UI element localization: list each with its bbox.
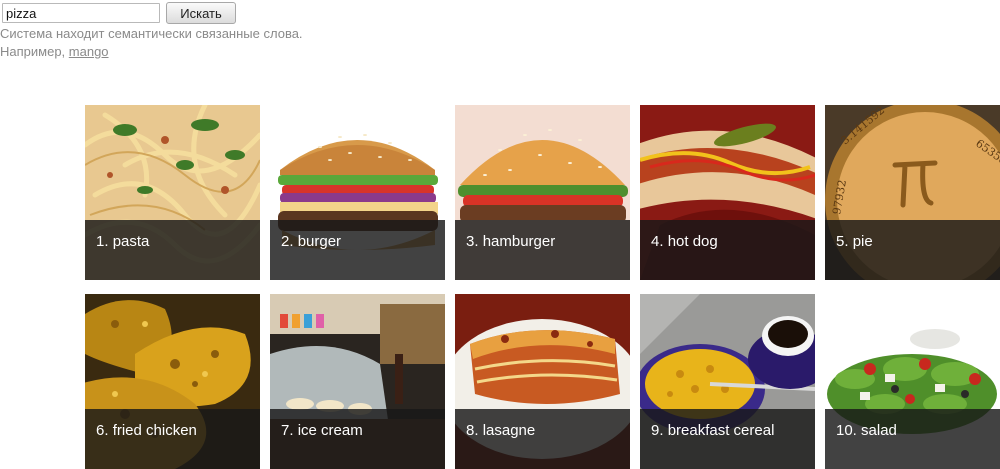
search-button[interactable]: Искать	[166, 2, 236, 24]
result-tile-hot-dog[interactable]: 4. hot dog	[640, 105, 815, 280]
result-tile-pasta[interactable]: 1. pasta	[85, 105, 260, 280]
result-caption: 8. lasagne	[455, 409, 630, 469]
result-tile-lasagne[interactable]: 8. lasagne	[455, 294, 630, 469]
search-bar: Искать	[0, 0, 236, 24]
result-tile-breakfast-cereal[interactable]: 9. breakfast cereal	[640, 294, 815, 469]
result-caption: 2. burger	[270, 220, 445, 280]
result-caption: 10. salad	[825, 409, 1000, 469]
result-tile-burger[interactable]: 2. burger	[270, 105, 445, 280]
result-caption: 4. hot dog	[640, 220, 815, 280]
hint-example: Например, mango	[0, 43, 303, 61]
hint-example-prefix: Например,	[0, 44, 69, 59]
result-caption: 7. ice cream	[270, 409, 445, 469]
result-caption: 5. pie	[825, 220, 1000, 280]
result-caption: 6. fried chicken	[85, 409, 260, 469]
result-caption: 1. pasta	[85, 220, 260, 280]
search-input[interactable]	[2, 3, 160, 23]
result-tile-pie[interactable]: 3.141592 65358 97932 5. pie	[825, 105, 1000, 280]
result-caption: 3. hamburger	[455, 220, 630, 280]
results-grid: 1. pasta 2. burger 3. hamburger 4. hot d…	[85, 105, 1000, 469]
hint-description: Система находит семантически связанные с…	[0, 26, 303, 41]
result-tile-salad[interactable]: 10. salad	[825, 294, 1000, 469]
search-hint: Система находит семантически связанные с…	[0, 25, 303, 61]
example-link-mango[interactable]: mango	[69, 44, 109, 59]
result-tile-ice-cream[interactable]: 7. ice cream	[270, 294, 445, 469]
result-caption: 9. breakfast cereal	[640, 409, 815, 469]
result-tile-hamburger[interactable]: 3. hamburger	[455, 105, 630, 280]
result-tile-fried-chicken[interactable]: 6. fried chicken	[85, 294, 260, 469]
